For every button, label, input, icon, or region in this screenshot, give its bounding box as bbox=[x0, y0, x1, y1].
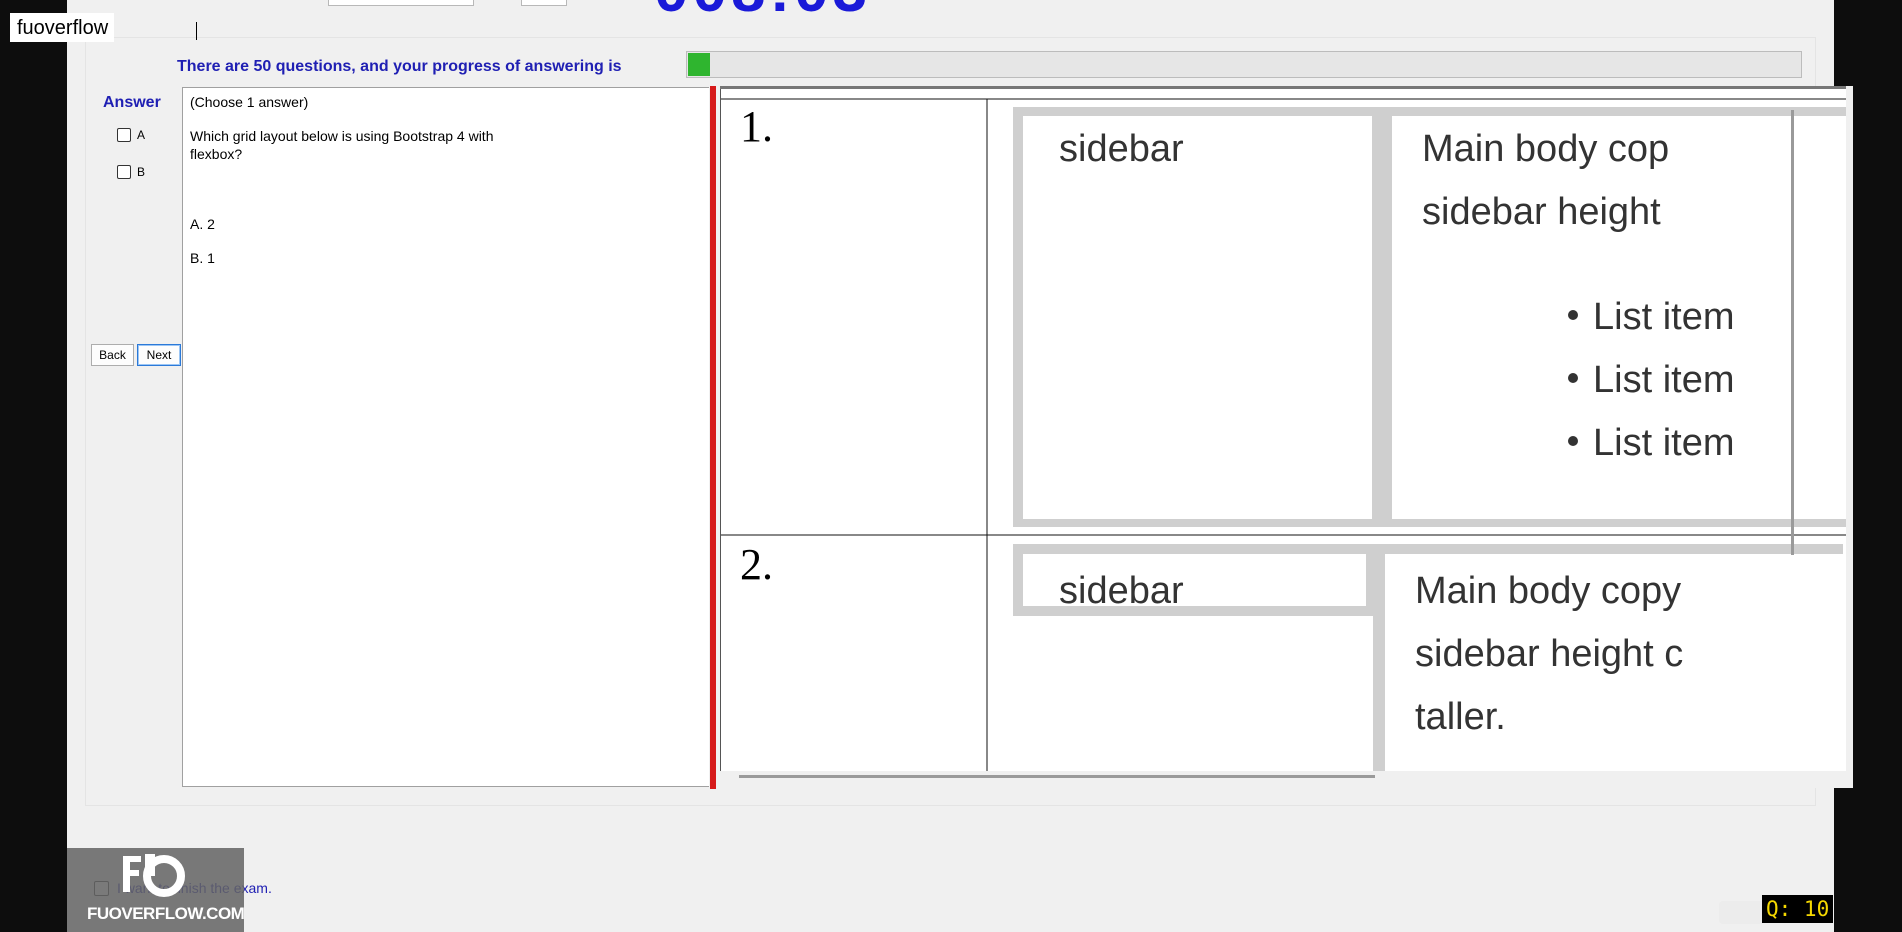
list-item-1: List item bbox=[1593, 296, 1734, 338]
brand-label: fuoverflow bbox=[10, 13, 115, 42]
answer-heading: Answer bbox=[103, 94, 161, 111]
question-image: 1. 2. sidebar Main body cop sidebar heig… bbox=[720, 86, 1846, 771]
exam-window: 008:03 There are 50 questions, and your … bbox=[67, 0, 1853, 932]
row1-number: 1. bbox=[740, 102, 773, 151]
row2-main-line1: Main body copy bbox=[1415, 570, 1681, 612]
choice-label-b: B bbox=[137, 165, 146, 179]
row2-main-line3: taller. bbox=[1415, 696, 1506, 738]
horizontal-scrollbar[interactable] bbox=[739, 775, 1375, 778]
question-text-line2: flexbox? bbox=[190, 146, 243, 162]
next-button[interactable]: Next bbox=[137, 344, 181, 366]
question-text-line1: Which grid layout below is using Bootstr… bbox=[190, 128, 494, 144]
checkbox-a[interactable] bbox=[117, 128, 131, 142]
progress-label: There are 50 questions, and your progres… bbox=[177, 58, 622, 75]
row1-main-line1: Main body cop bbox=[1422, 128, 1669, 170]
question-instruction: (Choose 1 answer) bbox=[190, 94, 309, 110]
question-image-pane: 1. 2. sidebar Main body cop sidebar heig… bbox=[720, 86, 1853, 788]
row1-main-line2: sidebar height bbox=[1422, 191, 1661, 233]
row2-sidebar-label: sidebar bbox=[1059, 570, 1184, 612]
option-a: A. 2 bbox=[190, 216, 215, 232]
question-panel: (Choose 1 answer) Which grid layout belo… bbox=[182, 87, 709, 787]
panel-divider[interactable] bbox=[710, 86, 716, 789]
progress-bar bbox=[686, 51, 1802, 78]
top-dropdown[interactable] bbox=[328, 0, 474, 6]
progress-fill bbox=[688, 53, 710, 76]
fuoverflow-logo: FUOVERFLOW.COM bbox=[67, 848, 245, 932]
list-item-2: List item bbox=[1593, 359, 1734, 401]
status-pill bbox=[1719, 901, 1765, 924]
list-item-3: List item bbox=[1593, 422, 1734, 464]
row1-sidebar-label: sidebar bbox=[1059, 128, 1184, 170]
option-b: B. 1 bbox=[190, 250, 215, 266]
back-button[interactable]: Back bbox=[91, 344, 134, 366]
exam-timer: 008:03 bbox=[654, 0, 871, 26]
answer-choice-b[interactable]: B bbox=[117, 165, 145, 179]
grid-layout-image: 1. 2. sidebar Main body cop sidebar heig… bbox=[720, 89, 1846, 771]
vertical-scrollbar[interactable] bbox=[1791, 110, 1794, 555]
logo-text: FUOVERFLOW.COM bbox=[87, 904, 245, 923]
row2-number: 2. bbox=[740, 540, 773, 589]
checkbox-b[interactable] bbox=[117, 165, 131, 179]
text-cursor bbox=[196, 22, 197, 40]
question-number-badge: Q: 10 bbox=[1762, 895, 1834, 923]
top-small-control[interactable] bbox=[521, 0, 567, 6]
row2-main-line2: sidebar height c bbox=[1415, 633, 1683, 675]
answer-choice-a[interactable]: A bbox=[117, 128, 145, 142]
choice-label-a: A bbox=[137, 128, 146, 142]
logo-mark-icon bbox=[123, 854, 185, 897]
